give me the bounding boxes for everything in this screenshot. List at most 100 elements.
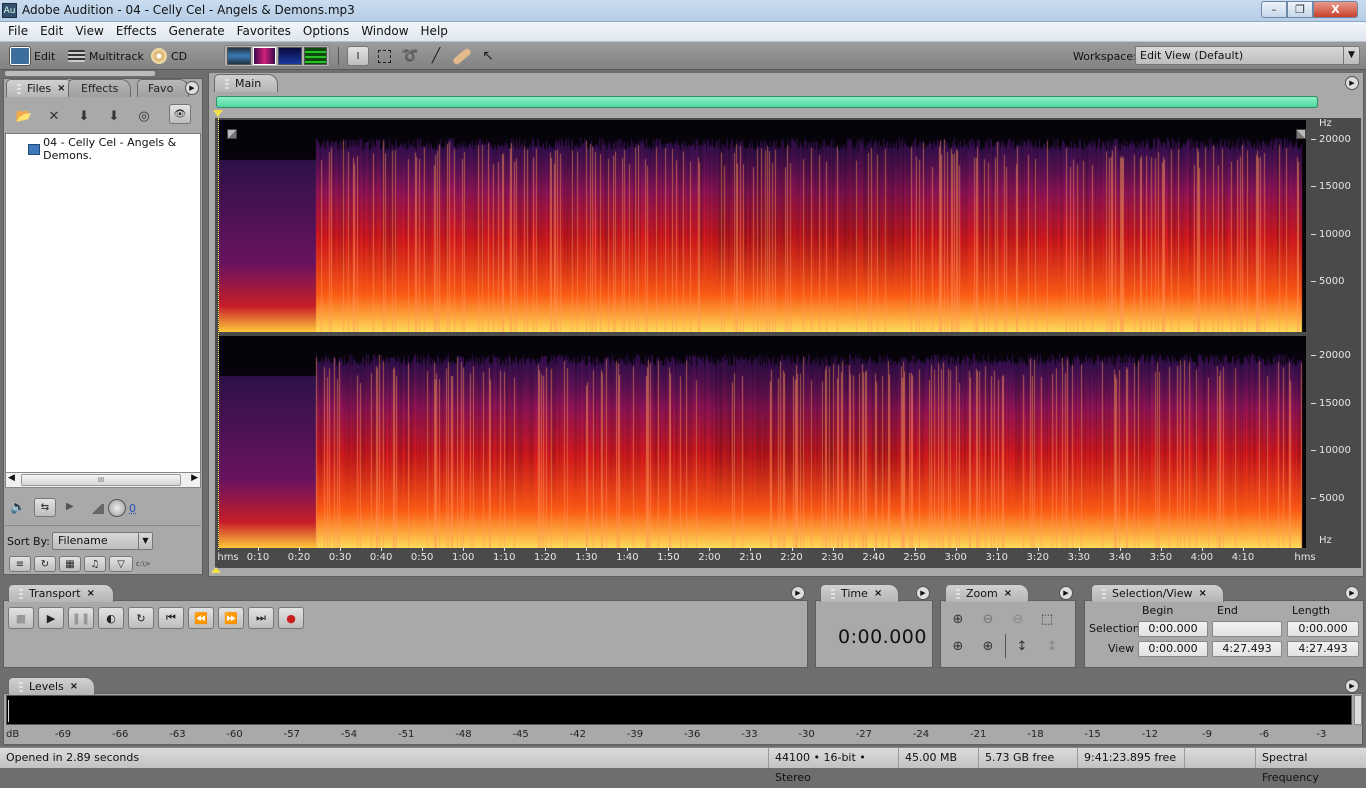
- close-icon[interactable]: ×: [87, 585, 95, 602]
- filter-view-button[interactable]: ▽: [109, 556, 133, 572]
- insert-into-cd-icon[interactable]: ◎: [132, 106, 156, 126]
- rewind-button[interactable]: ⏪: [188, 607, 214, 629]
- spectral-pan-view-button[interactable]: [278, 47, 302, 65]
- midi-filter-button[interactable]: ♫: [84, 556, 106, 572]
- tab-transport[interactable]: Transport ×: [8, 584, 115, 602]
- file-list-item[interactable]: 04 - Celly Cel - Angels & Demons.: [28, 136, 200, 162]
- zoom-in-vertical-button[interactable]: ↕: [1010, 636, 1034, 656]
- edit-mode-button[interactable]: Edit: [10, 45, 55, 67]
- hybrid-tool[interactable]: ↖: [477, 46, 499, 66]
- waveform-overview-bar[interactable]: [216, 96, 1318, 108]
- close-icon[interactable]: ×: [874, 585, 882, 602]
- waveform-filter-button[interactable]: ≡: [9, 556, 31, 572]
- tab-selection-view[interactable]: Selection/View ×: [1091, 584, 1224, 602]
- scroll-left-arrow-icon[interactable]: ◀: [8, 473, 15, 483]
- files-horizontal-scrollbar[interactable]: ◀ III ▶: [5, 472, 201, 488]
- close-file-icon[interactable]: ✕: [42, 106, 66, 126]
- scrollbar-thumb[interactable]: III: [21, 474, 181, 486]
- menu-favorites[interactable]: Favorites: [231, 22, 297, 41]
- menu-file[interactable]: File: [2, 22, 34, 41]
- multitrack-mode-button[interactable]: Multitrack: [68, 45, 144, 67]
- workspace-dropdown[interactable]: Edit View (Default) ▼: [1135, 46, 1360, 65]
- panel-menu-button[interactable]: ▶: [791, 586, 805, 600]
- show-file-types-button[interactable]: 👁: [169, 104, 191, 124]
- zoom-out-horizontal-button[interactable]: ⊖: [976, 609, 1000, 629]
- zoom-to-left-edge-button[interactable]: ⊕: [946, 636, 970, 656]
- pause-button[interactable]: ❚❚: [68, 607, 94, 629]
- vertical-zoom-corner-button[interactable]: [227, 129, 237, 139]
- tab-zoom[interactable]: Zoom ×: [945, 584, 1030, 602]
- spectral-display[interactable]: Hz 20000 15000 10000 5000 20000 15000 10…: [215, 118, 1361, 568]
- sort-by-dropdown[interactable]: Filename ▼: [52, 532, 153, 550]
- panel-menu-button[interactable]: ▶: [1345, 76, 1359, 90]
- tab-favorites[interactable]: Favo: [137, 79, 189, 97]
- loop-preview-button[interactable]: ⇆: [34, 498, 56, 517]
- tab-effects[interactable]: Effects: [68, 79, 132, 97]
- record-button[interactable]: ●: [278, 607, 304, 629]
- scroll-right-arrow-icon[interactable]: ▶: [191, 473, 198, 483]
- panel-menu-button[interactable]: ▶: [916, 586, 930, 600]
- spectral-phase-view-button[interactable]: [303, 47, 327, 65]
- play-from-cursor-button[interactable]: ◐: [98, 607, 124, 629]
- menu-help[interactable]: Help: [415, 22, 454, 41]
- cd-mode-button[interactable]: CD: [151, 45, 187, 67]
- close-icon[interactable]: ×: [1004, 585, 1012, 602]
- menu-options[interactable]: Options: [297, 22, 355, 41]
- spectrogram-left-channel[interactable]: [219, 120, 1306, 332]
- close-icon[interactable]: ×: [70, 678, 78, 695]
- panel-menu-button[interactable]: ▶: [1345, 679, 1359, 693]
- menu-window[interactable]: Window: [355, 22, 414, 41]
- lasso-tool[interactable]: ➰: [399, 46, 421, 66]
- spectral-frequency-view-button[interactable]: [252, 47, 276, 65]
- stop-button[interactable]: ■: [8, 607, 34, 629]
- time-ruler[interactable]: hms hms 0:10 0:20 0:30 0:40 0:50 1:00 1:10 1:20…: [215, 547, 1361, 568]
- selection-end-field[interactable]: [1212, 621, 1282, 637]
- zoom-in-horizontal-button[interactable]: ⊕: [946, 609, 970, 629]
- play-button[interactable]: ▶: [38, 607, 64, 629]
- close-button[interactable]: X: [1313, 1, 1358, 18]
- effects-paintbrush-tool[interactable]: ╱: [425, 46, 447, 66]
- spot-healing-brush-tool[interactable]: [451, 46, 473, 66]
- menu-edit[interactable]: Edit: [34, 22, 69, 41]
- panel-resize-handle[interactable]: [5, 71, 155, 76]
- speaker-icon[interactable]: 🔈: [10, 500, 26, 515]
- panel-menu-button[interactable]: ▶: [185, 81, 199, 95]
- volume-value[interactable]: 0: [129, 502, 136, 515]
- vertical-zoom-corner-button[interactable]: [1296, 129, 1306, 139]
- tab-levels[interactable]: Levels ×: [8, 677, 96, 695]
- selection-begin-field[interactable]: 0:00.000: [1138, 621, 1208, 637]
- close-icon[interactable]: ×: [1199, 585, 1207, 602]
- tab-files[interactable]: Files ×: [6, 79, 75, 97]
- zoom-out-full-button[interactable]: ⊖: [1006, 609, 1030, 629]
- view-end-field[interactable]: 4:27.493: [1212, 641, 1282, 657]
- tab-main[interactable]: Main: [214, 74, 279, 92]
- view-length-field[interactable]: 4:27.493: [1287, 641, 1359, 657]
- panel-menu-button[interactable]: ▶: [1345, 586, 1359, 600]
- insert-into-multitrack-icon[interactable]: ⬇: [72, 106, 96, 126]
- show-path-icon[interactable]: c:\>: [136, 556, 156, 572]
- selection-length-field[interactable]: 0:00.000: [1287, 621, 1359, 637]
- insert-into-session-icon[interactable]: ⬇: [102, 106, 126, 126]
- play-preview-icon[interactable]: ▶: [66, 501, 74, 512]
- maximize-button[interactable]: ❐: [1287, 1, 1313, 18]
- minimize-button[interactable]: –: [1261, 1, 1287, 18]
- go-to-end-button[interactable]: ⏭: [248, 607, 274, 629]
- playhead-marker-icon[interactable]: [213, 110, 223, 117]
- panel-menu-button[interactable]: ▶: [1059, 586, 1073, 600]
- loop-button[interactable]: ↻: [128, 607, 154, 629]
- zoom-to-selection-button[interactable]: ⬚: [1035, 609, 1059, 629]
- spectrogram-right-channel[interactable]: [219, 336, 1306, 548]
- waveform-view-button[interactable]: [227, 47, 251, 65]
- menu-view[interactable]: View: [69, 22, 109, 41]
- video-filter-button[interactable]: ▦: [59, 556, 81, 572]
- zoom-out-vertical-button[interactable]: ↕: [1040, 636, 1064, 656]
- open-file-icon[interactable]: 📂: [12, 106, 36, 126]
- playhead-marker-icon[interactable]: [211, 567, 221, 573]
- marquee-tool[interactable]: [373, 46, 395, 66]
- fast-forward-button[interactable]: ⏩: [218, 607, 244, 629]
- go-to-beginning-button[interactable]: ⏮: [158, 607, 184, 629]
- time-selection-tool[interactable]: I: [347, 46, 369, 66]
- view-begin-field[interactable]: 0:00.000: [1138, 641, 1208, 657]
- close-icon[interactable]: ×: [57, 80, 65, 97]
- menu-effects[interactable]: Effects: [110, 22, 163, 41]
